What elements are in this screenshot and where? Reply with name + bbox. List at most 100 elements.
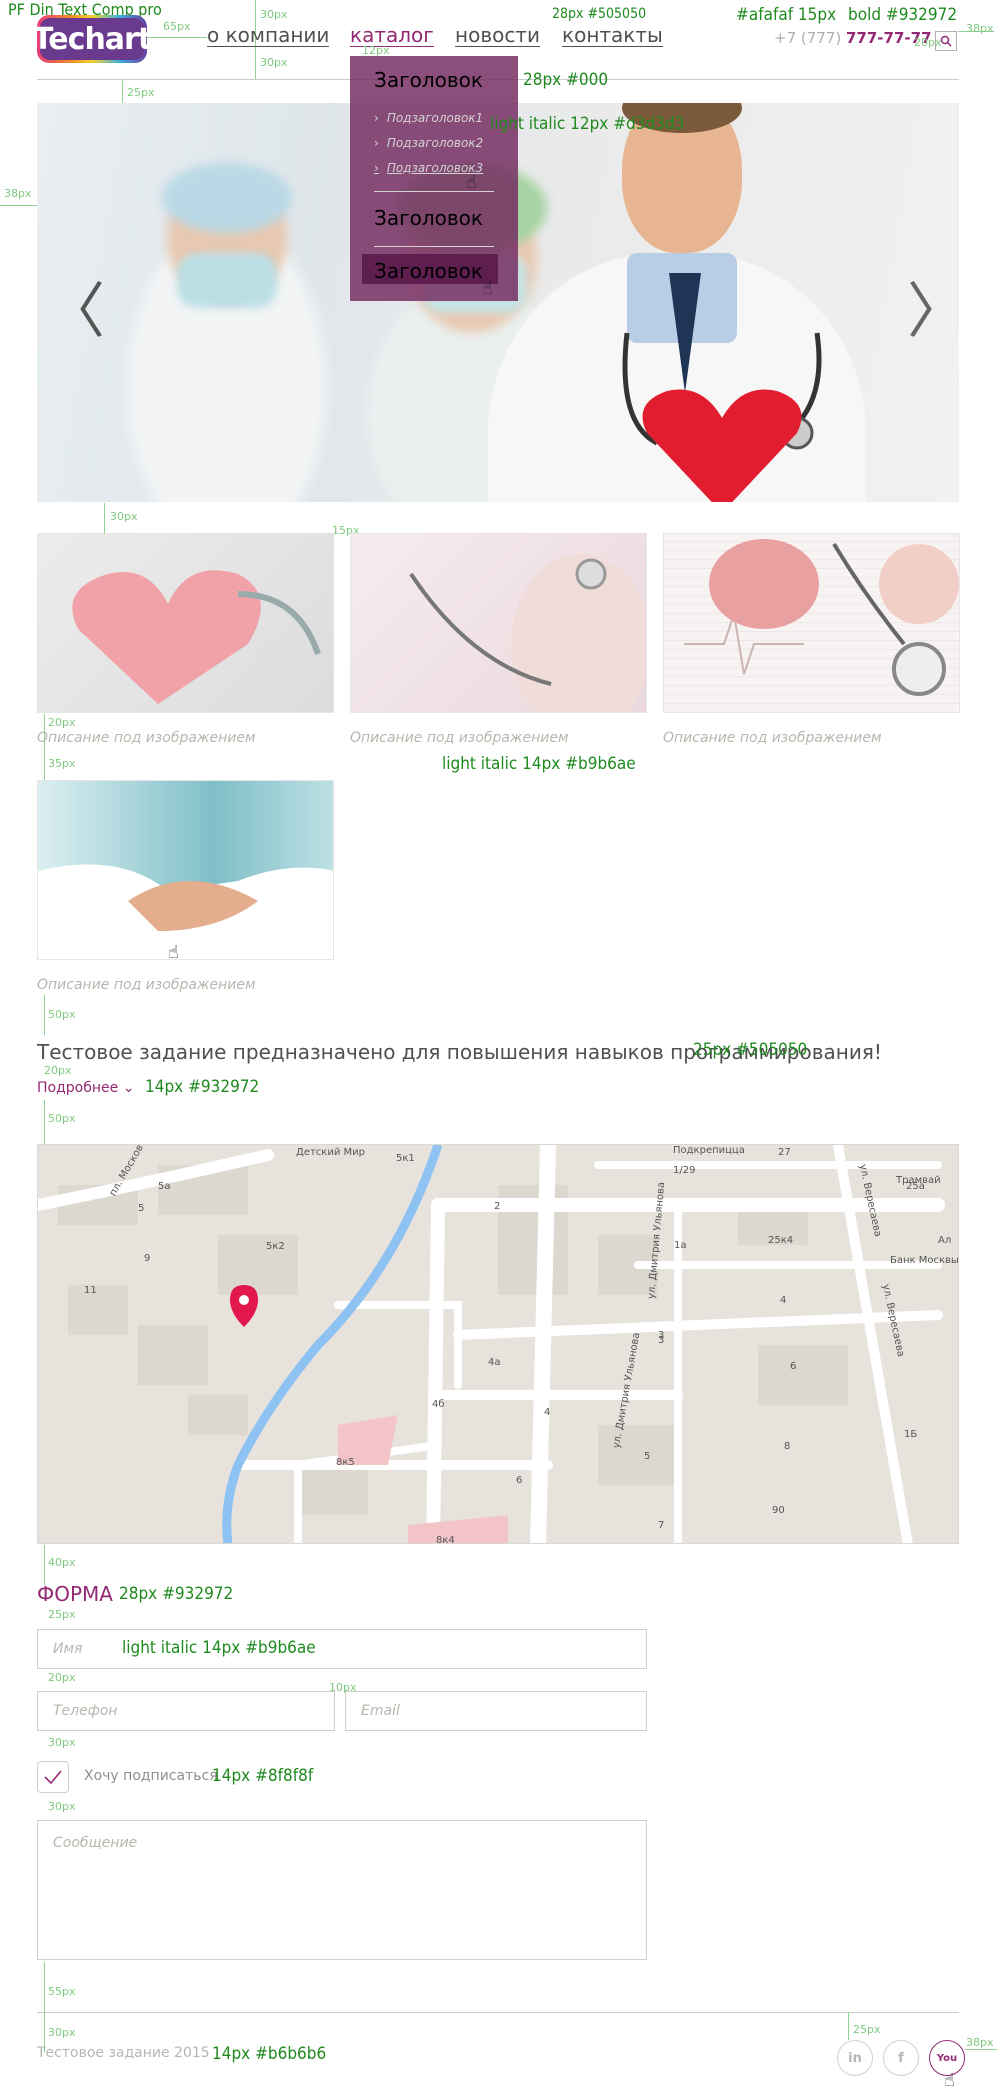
chevron-right-icon: › [374, 111, 379, 125]
spacing-label: 35px [48, 757, 76, 770]
facebook-button[interactable]: f [883, 2040, 919, 2076]
map-label: 8 [784, 1441, 791, 1452]
map-label: 8к4 [436, 1535, 455, 1544]
caption-spec-label: light italic 14px #b9b6ae [442, 754, 636, 774]
pointer-cursor-icon: ☝ [944, 2070, 955, 2091]
heart-box-image [72, 570, 321, 704]
youtube-icon: You [936, 2052, 958, 2064]
form-title: ФОРМА [37, 1582, 113, 1606]
slide-background-mask [177, 253, 277, 308]
map-label: Банк Москвы [890, 1255, 959, 1266]
spacing-label: 30px [48, 2026, 76, 2039]
subscribe-checkbox[interactable] [37, 1761, 69, 1793]
spacing-label: 38px [966, 22, 994, 35]
copyright-text: Тестовое задание 2015 [37, 2045, 210, 2061]
slide-background-cap [162, 163, 292, 233]
spacing-label: 30px [48, 1800, 76, 1813]
map-label: 27 [778, 1147, 791, 1158]
chevron-right-icon: › [374, 161, 379, 175]
map-label: 1/29 [673, 1165, 696, 1176]
footer-spec-label: 14px #b6b6b6 [212, 2044, 327, 2064]
spacing-label: 55px [48, 1985, 76, 1998]
footer-divider [37, 2012, 959, 2013]
spacing-label: 25px [48, 1608, 76, 1621]
spacing-label: 20px [44, 1064, 72, 1077]
spacing-label: 30px [110, 510, 138, 523]
chevron-right-icon: 〉 [907, 277, 959, 347]
map-label: 5к2 [266, 1241, 285, 1252]
map-label: 3 [658, 1330, 665, 1341]
gallery-image[interactable] [37, 780, 334, 960]
spacing-label: 40px [48, 1556, 76, 1569]
spacing-label: 20px [48, 716, 76, 729]
pointer-cursor-icon: ☝ [168, 942, 179, 963]
slider-next-button[interactable]: 〉 [907, 263, 959, 350]
gallery-image[interactable] [663, 533, 960, 713]
map-label: 5a [158, 1181, 171, 1192]
phone-number[interactable]: +7 (777) 777-77-77 [774, 29, 932, 47]
phone-spec-bold: bold #932972 [848, 5, 958, 25]
map-label: Детский Мир [296, 1147, 365, 1158]
spacing-label: 65px [163, 20, 191, 33]
spacing-label: 38px [966, 2036, 994, 2049]
linkedin-button[interactable]: in [837, 2040, 873, 2076]
map-label: 1a [674, 1240, 687, 1251]
nav-news[interactable]: новости [455, 24, 540, 47]
dropdown-subitem[interactable]: › Подзаголовок1 [374, 111, 483, 125]
map-label: 6 [516, 1475, 523, 1486]
map-label: 5 [644, 1451, 651, 1462]
dropdown-subitem[interactable]: › Подзаголовок2 [374, 136, 483, 150]
location-map[interactable]: Детский Мир пл. Москов 5к1 5a 5 9 5к2 11… [37, 1144, 959, 1544]
pointer-cursor-icon: ☝ [482, 278, 493, 299]
logo-text: Techart [32, 21, 152, 57]
heart-cardiogram-image [684, 539, 959, 696]
map-label: 5к1 [396, 1153, 415, 1164]
message-textarea[interactable]: Сообщение [37, 1820, 647, 1960]
map-label: 4a [488, 1357, 501, 1368]
spacing-label: 25px [853, 2023, 881, 2036]
phone-spec-gray: #afafaf 15px [736, 5, 837, 25]
more-link[interactable]: Подробнее ⌄ [37, 1080, 134, 1096]
more-spec-label: 14px #932972 [145, 1077, 260, 1097]
map-label: 4б [432, 1399, 445, 1410]
image-caption: Описание под изображением [663, 730, 882, 746]
phone-field[interactable]: Телефон [37, 1691, 335, 1731]
spacing-label: 50px [48, 1112, 76, 1125]
map-label: 8к5 [336, 1457, 355, 1468]
spacing-label: 20px [914, 36, 942, 49]
chevron-down-icon: ⌄ [122, 1080, 135, 1096]
dropdown-heading[interactable]: Заголовок [374, 68, 483, 92]
slider-prev-button[interactable]: 〈 [45, 263, 105, 350]
form-title-spec: 28px #932972 [119, 1584, 234, 1604]
chevron-left-icon: 〈 [45, 277, 105, 347]
dropdown-heading[interactable]: Заголовок [374, 259, 483, 283]
gallery-image[interactable] [37, 533, 334, 713]
logo[interactable]: Techart [33, 15, 152, 63]
spacing-label: 30px [48, 1736, 76, 1749]
map-label: Подкрепицца [673, 1145, 745, 1156]
lead-spec-label: 25px #505050 [693, 1040, 808, 1060]
checkmark-icon [44, 1770, 62, 1784]
chevron-right-icon: › [374, 136, 379, 150]
subscribe-label[interactable]: Хочу подписаться [84, 1768, 218, 1784]
map-label: 2 [494, 1201, 501, 1212]
field-spec-label: light italic 14px #b9b6ae [122, 1638, 316, 1658]
map-label: 25к4 [768, 1235, 794, 1246]
email-field[interactable]: Email [345, 1691, 647, 1731]
check-spec-label: 14px #8f8f8f [212, 1766, 314, 1786]
map-label: 7 [658, 1520, 665, 1531]
spacing-label: 50px [48, 1008, 76, 1021]
dropdown-heading-spec: 28px #000 [523, 70, 609, 90]
catalog-dropdown[interactable]: Заголовок › Подзаголовок1 › Подзаголовок2 … [350, 56, 518, 301]
gallery-image[interactable] [350, 533, 647, 713]
nav-contacts[interactable]: контакты [562, 24, 663, 47]
map-label: 6 [790, 1361, 797, 1372]
nav-about[interactable]: о компании [207, 24, 330, 47]
map-label: Ал [938, 1235, 952, 1246]
image-caption: Описание под изображением [37, 977, 256, 993]
spacing-label: 25px [127, 86, 155, 99]
dropdown-divider [374, 246, 494, 247]
map-label: 25a [906, 1181, 925, 1192]
spacing-label: 38px [4, 187, 32, 200]
dropdown-heading[interactable]: Заголовок [374, 206, 483, 230]
